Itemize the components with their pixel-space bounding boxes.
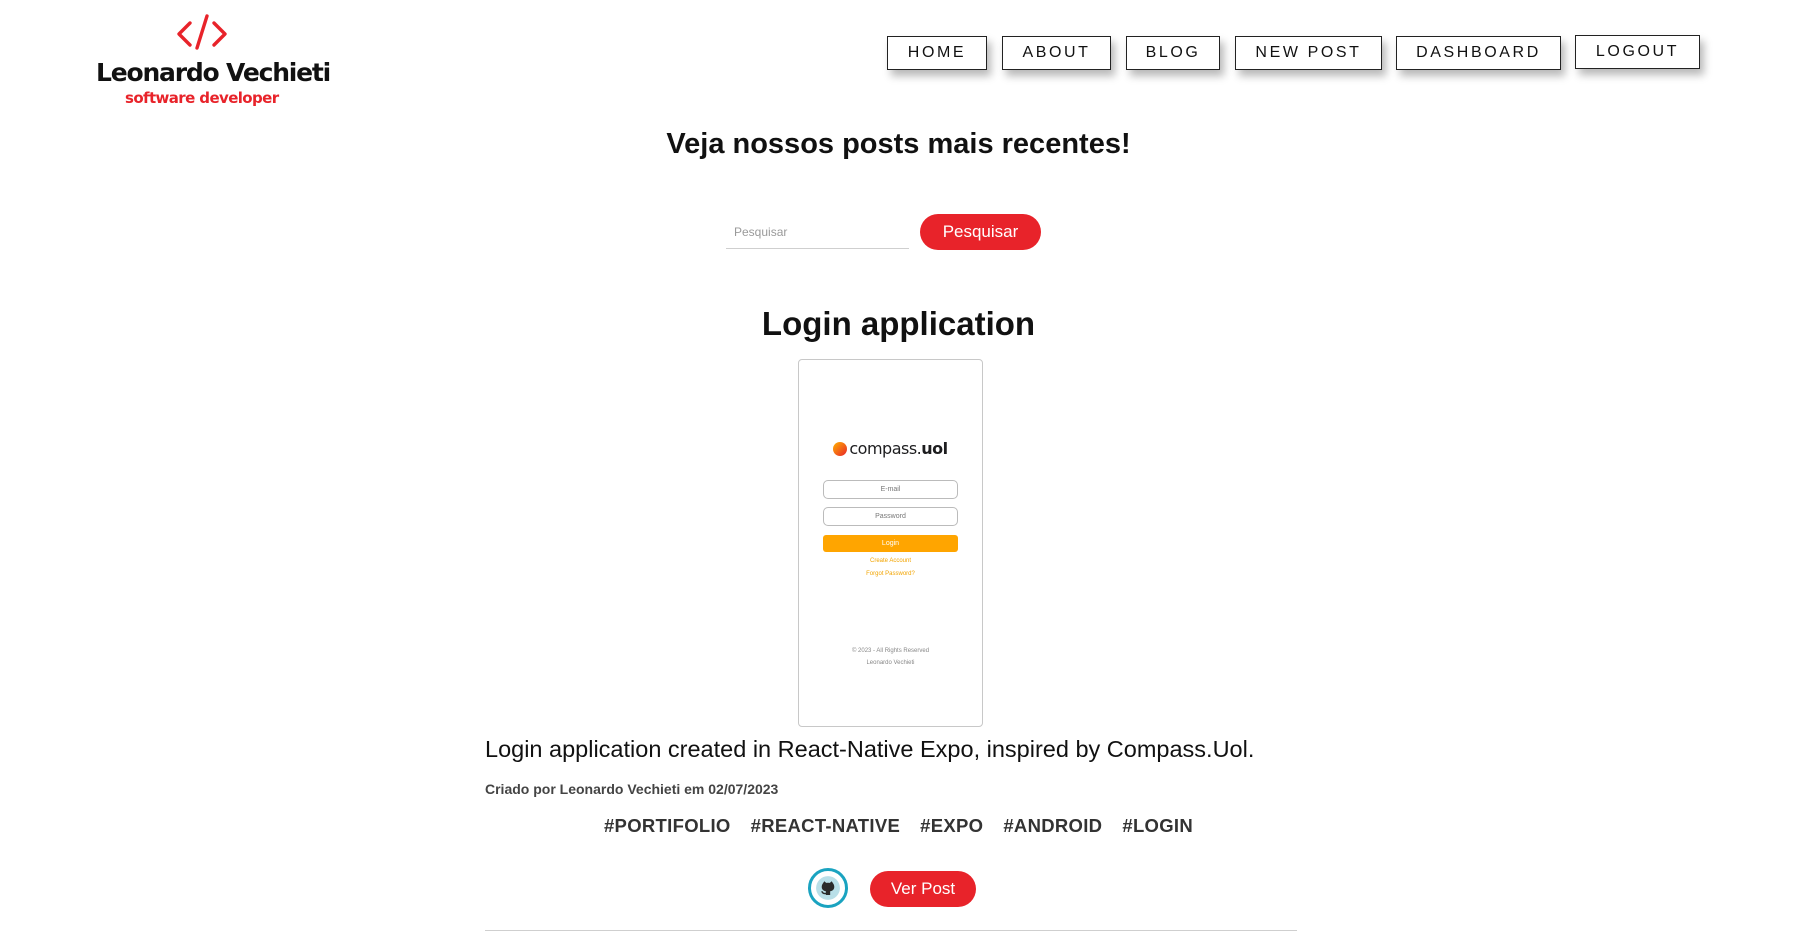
tag-expo[interactable]: #EXPO (920, 815, 983, 837)
compass-brand-prefix: compass. (849, 439, 922, 458)
thumb-login-button: Login (823, 535, 958, 552)
thumb-password-field: Password (823, 507, 958, 526)
post-thumbnail: compass. uol E-mail Password Login Create… (798, 359, 983, 727)
github-icon (816, 876, 840, 900)
github-link-button[interactable] (808, 868, 848, 908)
logout-button[interactable]: LOGOUT (1575, 35, 1700, 69)
tag-login[interactable]: #LOGIN (1122, 815, 1193, 837)
post-meta: Criado por Leonardo Vechieti em 02/07/20… (485, 781, 779, 797)
nav-new-post-button[interactable]: NEW POST (1235, 36, 1382, 70)
thumb-create-account-link: Create Account (869, 558, 912, 564)
main-nav: HOME ABOUT BLOG NEW POST DASHBOARD LOGOU… (0, 35, 1797, 72)
nav-blog-button[interactable]: BLOG (1126, 36, 1220, 70)
compass-dot-icon (833, 441, 848, 456)
thumb-forgot-password-link: Forgot Password? (866, 571, 915, 577)
nav-home-button[interactable]: HOME (887, 36, 987, 70)
page-headline: Veja nossos posts mais recentes! (666, 128, 1131, 160)
thumb-footer-copyright: © 2023 - All Rights Reserved (851, 648, 930, 654)
compass-uol-logo: compass. uol (799, 439, 982, 458)
nav-dashboard-button[interactable]: DASHBOARD (1396, 36, 1561, 70)
compass-brand-bold: uol (921, 439, 948, 458)
search-button[interactable]: Pesquisar (920, 214, 1041, 250)
tag-portifolio[interactable]: #PORTIFOLIO (604, 815, 731, 837)
tag-android[interactable]: #ANDROID (1003, 815, 1102, 837)
thumb-footer-author: Leonardo Vechieti (866, 660, 915, 666)
post-description: Login application created in React-Nativ… (485, 736, 1255, 762)
thumb-email-field: E-mail (823, 480, 958, 499)
search-input[interactable] (726, 215, 909, 249)
post-title: Login application (761, 305, 1036, 342)
nav-about-button[interactable]: ABOUT (1002, 36, 1111, 70)
brand-tagline: software developer (125, 89, 279, 107)
tag-react-native[interactable]: #REACT-NATIVE (751, 815, 901, 837)
post-tags: #PORTIFOLIO #REACT-NATIVE #EXPO #ANDROID… (0, 815, 1797, 837)
view-post-button[interactable]: Ver Post (870, 871, 976, 907)
